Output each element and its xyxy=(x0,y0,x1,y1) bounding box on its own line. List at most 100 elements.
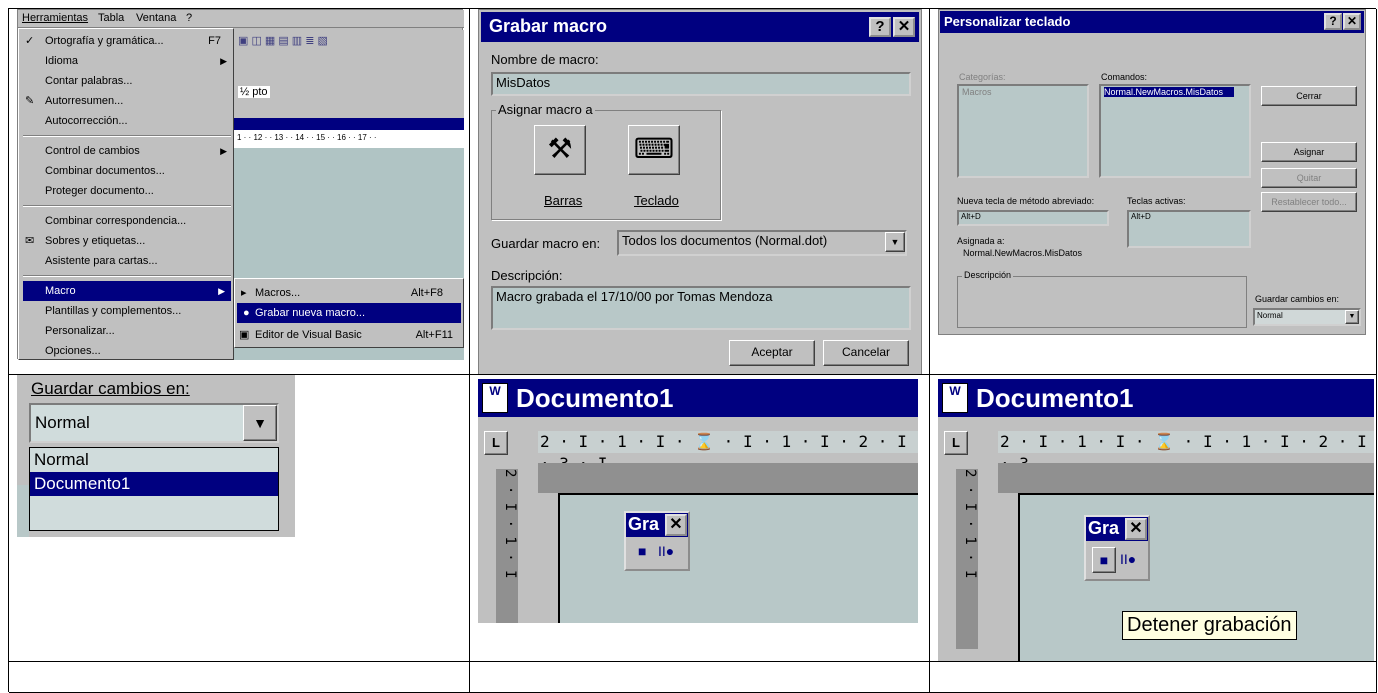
menu-separator xyxy=(23,275,231,277)
save-in-label: Guardar macro en: xyxy=(491,236,601,251)
menu-item-autocorreccion[interactable]: Autocorrección... xyxy=(19,111,235,131)
reset-all-button[interactable]: Restablecer todo... xyxy=(1261,192,1357,212)
commands-list[interactable]: Normal.NewMacros.MisDatos xyxy=(1099,84,1251,178)
description-input[interactable]: Macro grabada el 17/10/00 por Tomas Mend… xyxy=(491,286,911,330)
menu-item-label: Idioma xyxy=(45,55,79,67)
remove-button[interactable]: Quitar xyxy=(1261,168,1357,188)
menu-item-idioma[interactable]: Idioma ▶ xyxy=(19,51,235,71)
cell-keyboard-dialog: Personalizar teclado ? ✕ Categorías: Mac… xyxy=(930,9,1377,375)
submenu-item-macros[interactable]: ▸ Macros... Alt+F8 xyxy=(235,283,461,303)
keyboard-icon: ⌨ xyxy=(633,133,675,164)
assign-button[interactable]: Asignar xyxy=(1261,142,1357,162)
autosummary-icon: ✎ xyxy=(25,95,35,107)
toolbar-close-button[interactable]: ✕ xyxy=(665,514,687,536)
close-button[interactable]: ✕ xyxy=(1343,13,1361,30)
dialog-title: Grabar macro xyxy=(489,16,608,36)
stop-recording-toolbar: Gra ✕ ■ II● xyxy=(624,511,690,571)
ok-button[interactable]: Aceptar xyxy=(729,340,815,366)
tools-dropdown: ✓ Ortografía y gramática... F7 Idioma ▶ Con… xyxy=(18,28,234,360)
option-normal[interactable]: Normal xyxy=(30,448,278,472)
categories-label: Categorías: xyxy=(959,72,1006,82)
menu-item-opciones[interactable]: Opciones... xyxy=(19,341,235,361)
font-size-field[interactable]: ½ pto xyxy=(238,86,270,98)
menu-item-plantillas[interactable]: Plantillas y complementos... xyxy=(19,301,235,321)
menu-item-label: Grabar nueva macro... xyxy=(255,307,366,319)
menu-help[interactable]: ? xyxy=(186,12,192,24)
close-dialog-button[interactable]: Cerrar xyxy=(1261,86,1357,106)
new-key-input[interactable]: Alt+D xyxy=(957,210,1109,226)
save-in-select[interactable]: Todos los documentos (Normal.dot) ▼ xyxy=(617,230,907,256)
vertical-ruler: 2 · I · 1 · I xyxy=(956,469,978,649)
menu-item-control-cambios[interactable]: Control de cambios ▶ xyxy=(19,141,235,161)
description-group: Descripción xyxy=(957,270,1247,328)
menu-item-autorresumen[interactable]: ✎ Autorresumen... xyxy=(19,91,235,111)
dropdown-arrow-icon[interactable]: ▼ xyxy=(1345,310,1359,324)
save-changes-zoom-value: Normal xyxy=(35,413,90,432)
cell-save-changes: Guardar cambios en: Normal ▼ Normal Docu… xyxy=(9,375,470,662)
menu-herramientas[interactable]: Herramientas xyxy=(22,12,88,24)
help-button[interactable]: ? xyxy=(869,17,891,37)
doc-titlebar-fragment xyxy=(234,118,464,130)
menu-item-sobres[interactable]: ✉ Sobres y etiquetas... xyxy=(19,231,235,251)
stop-recording-button[interactable]: ■ xyxy=(1092,547,1116,573)
active-keys-list[interactable]: Alt+D xyxy=(1127,210,1251,248)
toolbar-titlebar: Gra ✕ xyxy=(626,513,688,537)
save-changes-label: Guardar cambios en: xyxy=(1255,294,1340,304)
menu-item-proteger[interactable]: Proteger documento... xyxy=(19,181,235,201)
save-changes-zoom: Guardar cambios en: Normal ▼ Normal Docu… xyxy=(17,375,295,537)
submenu-item-grabar[interactable]: ● Grabar nueva macro... xyxy=(237,303,461,323)
option-documento1[interactable]: Documento1 xyxy=(30,472,278,496)
doc-titlebar: W Documento1 xyxy=(938,379,1374,417)
menu-item-personalizar[interactable]: Personalizar... xyxy=(19,321,235,341)
assigned-value: Normal.NewMacros.MisDatos xyxy=(963,248,1083,258)
help-button[interactable]: ? xyxy=(1324,13,1342,30)
dropdown-arrow-icon[interactable]: ▼ xyxy=(885,232,905,252)
close-button[interactable]: ✕ xyxy=(893,17,915,37)
cancel-button[interactable]: Cancelar xyxy=(823,340,909,366)
dropdown-arrow-icon[interactable]: ▼ xyxy=(243,405,277,441)
commands-item[interactable]: Normal.NewMacros.MisDatos xyxy=(1104,87,1234,97)
menu-item-asistente[interactable]: Asistente para cartas... xyxy=(19,251,235,271)
menu-separator xyxy=(23,135,231,137)
page-area: Gra ✕ ■ II● xyxy=(558,493,918,623)
menu-item-ortografia[interactable]: ✓ Ortografía y gramática... F7 xyxy=(19,31,235,51)
tab-selector[interactable]: L xyxy=(944,431,968,455)
toolbar-close-button[interactable]: ✕ xyxy=(1125,518,1147,540)
categories-item: Macros xyxy=(962,87,992,97)
menu-item-label: Sobres y etiquetas... xyxy=(45,235,146,247)
menu-tabla[interactable]: Tabla xyxy=(98,12,124,24)
save-changes-select[interactable]: Normal ▼ xyxy=(1253,308,1361,326)
menu-item-label: Editor de Visual Basic xyxy=(255,329,362,341)
commands-label: Comandos: xyxy=(1101,72,1148,82)
categories-list[interactable]: Macros xyxy=(957,84,1089,178)
menu-item-combinar-doc[interactable]: Combinar documentos... xyxy=(19,161,235,181)
save-changes-label-text: Guardar cambios en: xyxy=(31,379,190,398)
macro-name-input[interactable]: MisDatos xyxy=(491,72,911,96)
submenu-item-vba[interactable]: ▣ Editor de Visual Basic Alt+F11 xyxy=(235,325,461,345)
stop-icon[interactable]: ■ xyxy=(638,543,646,559)
doc-titlebar: W Documento1 xyxy=(478,379,918,417)
pause-icon[interactable]: II● xyxy=(1120,551,1136,567)
tab-selector[interactable]: L xyxy=(484,431,508,455)
toolbar-assign-button[interactable]: ⚒ xyxy=(534,125,586,175)
customize-keyboard-dialog: Personalizar teclado ? ✕ Categorías: Mac… xyxy=(938,9,1366,335)
bottom-strip xyxy=(17,485,29,537)
doc-title: Documento1 xyxy=(516,383,674,413)
menu-item-label: Asistente para cartas... xyxy=(45,255,158,267)
menu-item-macro[interactable]: Macro ▶ xyxy=(23,281,231,301)
toolbar-title: Gra xyxy=(1088,518,1120,538)
save-changes-zoom-select[interactable]: Normal ▼ xyxy=(29,403,279,443)
menu-ventana[interactable]: Ventana xyxy=(136,12,176,24)
save-in-value: Todos los documentos (Normal.dot) xyxy=(622,233,828,248)
menu-item-combinar-corr[interactable]: Combinar correspondencia... xyxy=(19,211,235,231)
description-group-label: Descripción xyxy=(962,270,1014,280)
menu-item-contar[interactable]: Contar palabras... xyxy=(19,71,235,91)
pause-icon[interactable]: II● xyxy=(658,543,674,559)
submenu-arrow-icon: ▶ xyxy=(220,146,227,156)
menu-item-shortcut: F7 xyxy=(208,35,221,47)
keyboard-assign-button[interactable]: ⌨ xyxy=(628,125,680,175)
description-label: Descripción: xyxy=(491,268,563,283)
menu-item-label: Opciones... xyxy=(45,345,101,357)
toolbar-icons: ▣ ◫ ▦ ▤ ▥ ≣ ▧ xyxy=(238,35,328,47)
hammer-icon: ⚒ xyxy=(547,133,573,164)
